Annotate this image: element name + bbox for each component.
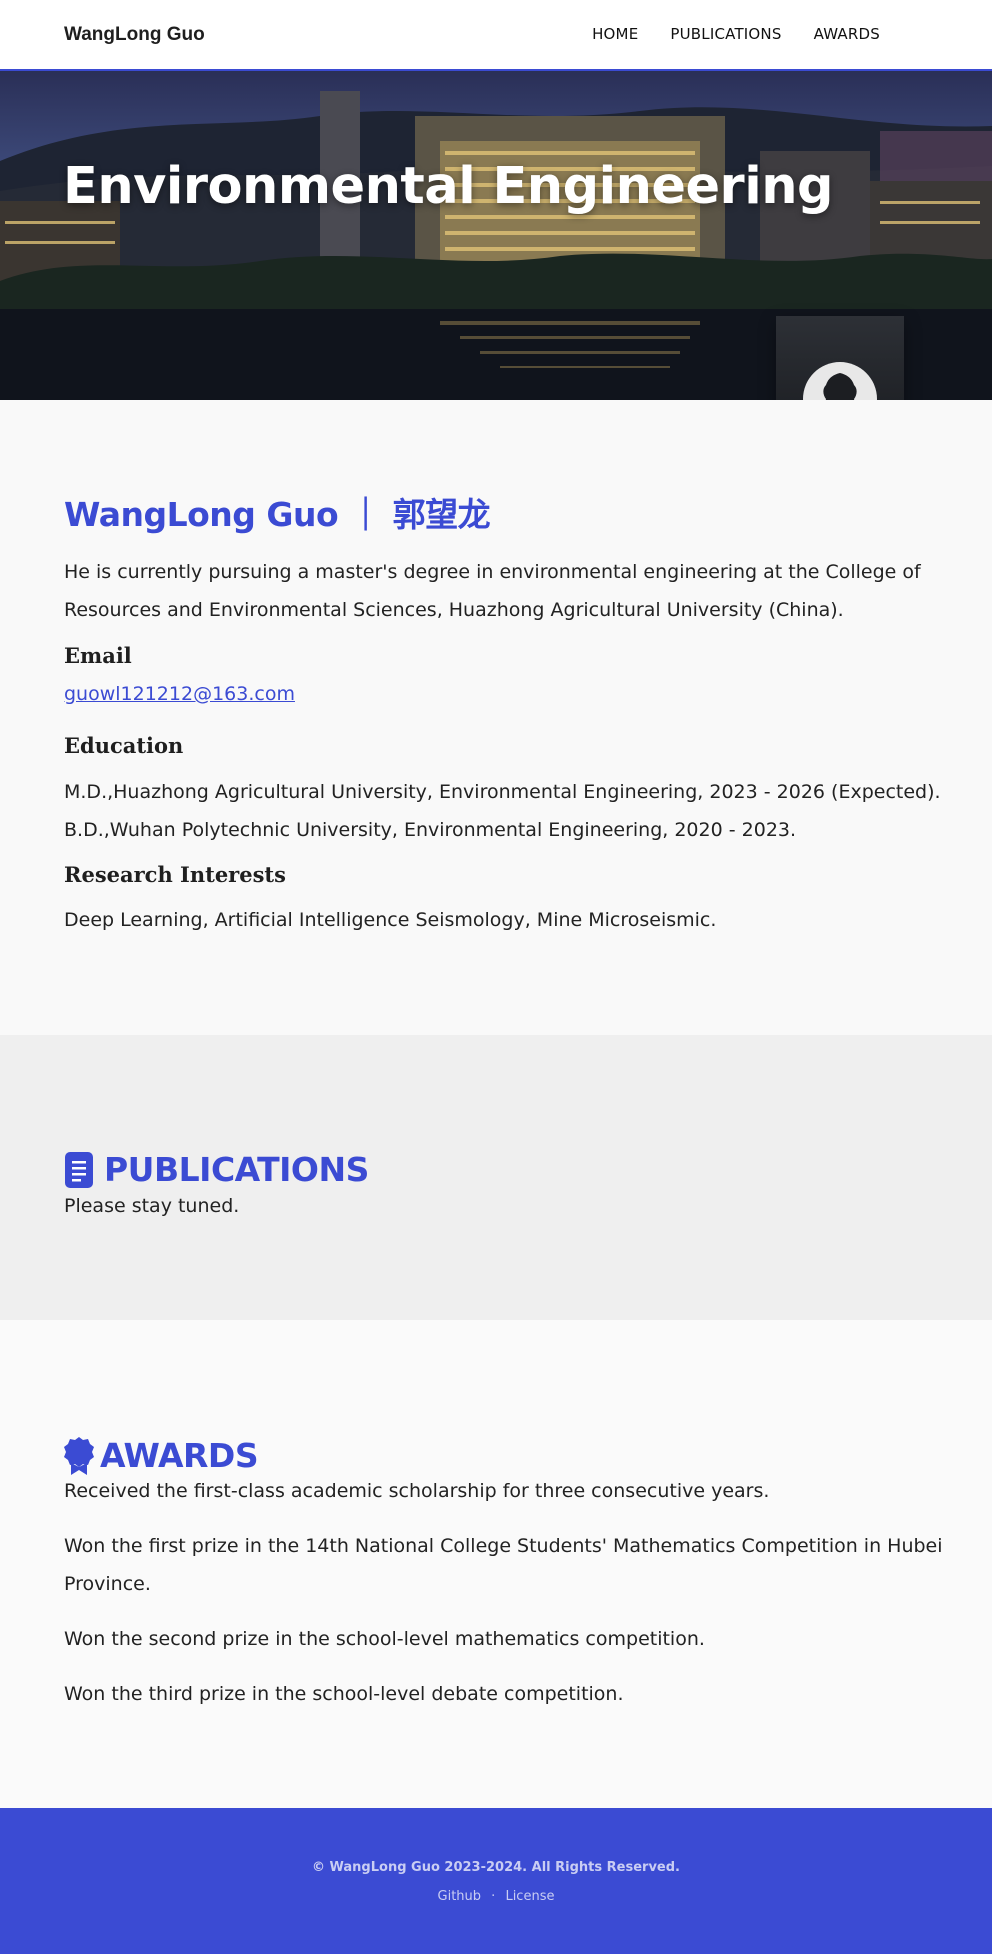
award-item: Won the third prize in the school-level … [64, 1683, 624, 1705]
interests-wrap: Deep Learning, Artificial Intelligence S… [64, 901, 944, 939]
about-content: WangLong Guo ｜ 郭望龙 [64, 488, 944, 536]
email-heading: Email [64, 643, 132, 668]
email-heading-wrap: Email [64, 643, 944, 668]
footer-separator: · [491, 1889, 496, 1904]
nav-links: HOME PUBLICATIONS AWARDS [592, 25, 880, 43]
education-item: B.D.,Wuhan Polytechnic University, Envir… [64, 819, 797, 841]
brand-link[interactable]: WangLong Guo [64, 24, 205, 46]
awards-list: Received the first-class academic schola… [64, 1472, 944, 1713]
navbar: WangLong Guo HOME PUBLICATIONS AWARDS [0, 0, 992, 71]
publications-text-wrap: Please stay tuned. [64, 1187, 944, 1225]
interests-heading-wrap: Research Interests [64, 862, 944, 887]
education-heading: Education [64, 733, 184, 758]
education-list: M.D.,Huazhong Agricultural University, E… [64, 773, 944, 849]
intro-block: He is currently pursuing a master's degr… [64, 553, 944, 629]
awards-section: AWARDS Received the first-class academic… [0, 1320, 992, 1808]
document-icon [65, 1151, 93, 1188]
email-link[interactable]: guowl121212@163.com [64, 683, 295, 705]
nav-link-home[interactable]: HOME [592, 25, 638, 43]
email-wrap: guowl121212@163.com [64, 683, 944, 705]
footer-links: Github · License [0, 1889, 992, 1904]
intro-text: He is currently pursuing a master's degr… [64, 561, 921, 621]
education-heading-wrap: Education [64, 733, 944, 758]
award-item: Won the first prize in the 14th National… [64, 1535, 943, 1595]
about-section: WangLong Guo ｜ 郭望龙 He is currently pursu… [0, 400, 992, 1035]
awards-title: AWARDS [100, 1436, 259, 1476]
education-item: M.D.,Huazhong Agricultural University, E… [64, 781, 941, 803]
research-interests-text: Deep Learning, Artificial Intelligence S… [64, 909, 717, 931]
award-item: Won the second prize in the school-level… [64, 1628, 705, 1650]
github-link[interactable]: Github [438, 1889, 482, 1904]
publications-title: PUBLICATIONS [104, 1150, 369, 1190]
award-ribbon-icon [64, 1436, 94, 1475]
hero-title: Environmental Engineering [63, 157, 834, 216]
license-link[interactable]: License [505, 1889, 554, 1904]
publications-text: Please stay tuned. [64, 1195, 240, 1217]
copyright-text: © WangLong Guo 2023-2024. All Rights Res… [312, 1860, 680, 1875]
research-interests-heading: Research Interests [64, 862, 286, 887]
profile-name: WangLong Guo ｜ 郭望龙 [64, 495, 491, 534]
publications-section: PUBLICATIONS Please stay tuned. [0, 1035, 992, 1320]
award-item: Received the first-class academic schola… [64, 1480, 770, 1502]
nav-link-awards[interactable]: AWARDS [814, 25, 880, 43]
footer: © WangLong Guo 2023-2024. All Rights Res… [0, 1808, 992, 1954]
nav-link-publications[interactable]: PUBLICATIONS [670, 25, 781, 43]
